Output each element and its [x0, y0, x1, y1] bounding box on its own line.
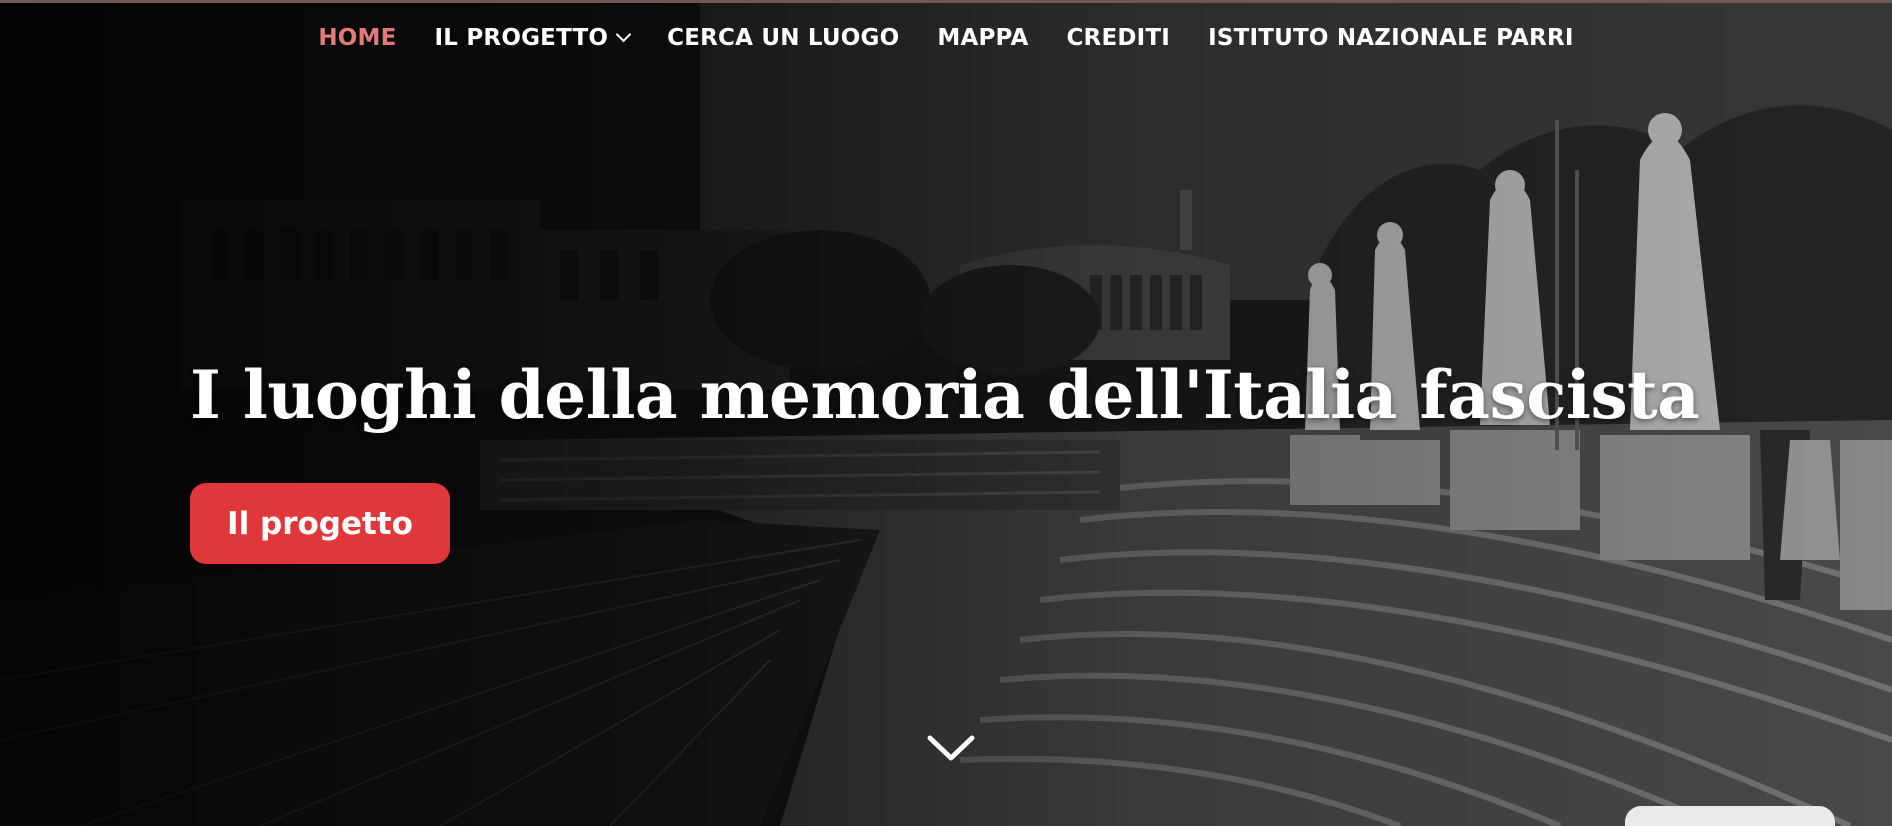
il-progetto-button-label: Il progetto — [227, 505, 413, 542]
nav-cerca-un-luogo[interactable]: CERCA UN LUOGO — [667, 25, 899, 51]
nav-cerca-un-luogo-label: CERCA UN LUOGO — [667, 25, 900, 51]
nav-home-label: HOME — [318, 25, 397, 51]
nav-il-progetto[interactable]: IL PROGETTO — [434, 25, 632, 51]
chevron-down-icon — [615, 26, 632, 42]
chevron-down-icon[interactable] — [924, 730, 978, 766]
nav-mappa[interactable]: MAPPA — [937, 25, 1028, 51]
il-progetto-button[interactable]: Il progetto — [190, 483, 450, 564]
top-accent-line — [0, 0, 1892, 3]
hero-section: HOME IL PROGETTO CERCA UN LUOGO MAPPA CR… — [0, 0, 1892, 826]
hero-title: I luoghi della memoria dell'Italia fasci… — [190, 356, 1700, 434]
nav-mappa-label: MAPPA — [937, 25, 1029, 51]
nav-crediti-label: CREDITI — [1066, 25, 1171, 51]
nav-il-progetto-label: IL PROGETTO — [434, 25, 609, 51]
nav-istituto-label: ISTITUTO NAZIONALE PARRI — [1208, 25, 1574, 51]
nav-crediti[interactable]: CREDITI — [1066, 25, 1170, 51]
main-nav: HOME IL PROGETTO CERCA UN LUOGO MAPPA CR… — [0, 18, 1892, 58]
nav-home[interactable]: HOME — [318, 25, 396, 51]
floating-corner-button[interactable] — [1625, 806, 1835, 826]
nav-istituto-nazionale-parri[interactable]: ISTITUTO NAZIONALE PARRI — [1208, 25, 1574, 51]
